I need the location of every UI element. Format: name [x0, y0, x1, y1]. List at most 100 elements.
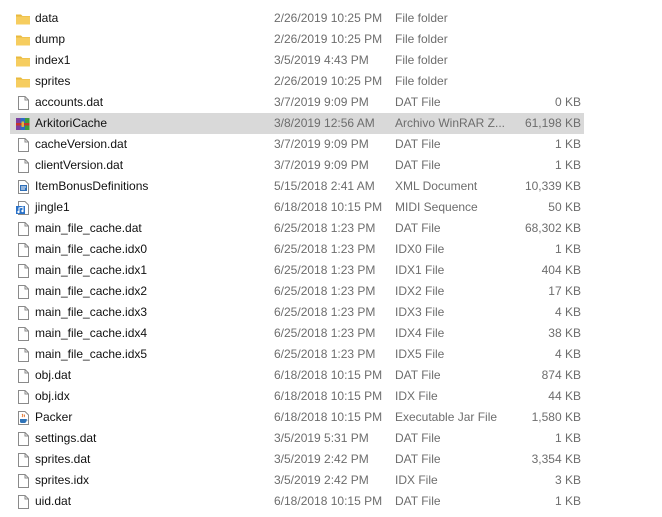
- file-row[interactable]: index1 3/5/2019 4:43 PM File folder: [0, 50, 662, 71]
- file-row[interactable]: ItemBonusDefinitions 5/15/2018 2:41 AM XML…: [0, 176, 662, 197]
- file-date-modified: 6/25/2018 1:23 PM: [274, 284, 376, 298]
- file-name: main_file_cache.idx3: [35, 305, 148, 319]
- file-date-modified: 3/5/2019 2:42 PM: [274, 452, 369, 466]
- midi-sequence-icon: [15, 200, 31, 216]
- file-name: jingle1: [35, 200, 70, 214]
- file-date-modified: 6/18/2018 10:15 PM: [274, 389, 383, 403]
- file-date-modified: 6/18/2018 10:15 PM: [274, 410, 383, 424]
- file-size: 1 KB: [554, 494, 581, 508]
- folder-icon: [15, 74, 31, 90]
- file-date-modified: 3/7/2019 9:09 PM: [274, 95, 369, 109]
- file-type: Executable Jar File: [395, 410, 498, 424]
- file-row[interactable]: obj.idx 6/18/2018 10:15 PM IDX File 44 KB: [0, 386, 662, 407]
- file-row[interactable]: ArkitoriCache 3/8/2019 12:56 AM Archivo Wi…: [0, 113, 662, 134]
- file-name: cacheVersion.dat: [35, 137, 128, 151]
- file-row[interactable]: main_file_cache.idx4 6/25/2018 1:23 PM IDX…: [0, 323, 662, 344]
- file-row[interactable]: data 2/26/2019 10:25 PM File folder: [0, 8, 662, 29]
- file-icon: [15, 431, 31, 447]
- file-row[interactable]: main_file_cache.idx2 6/25/2018 1:23 PM IDX…: [0, 281, 662, 302]
- file-row[interactable]: main_file_cache.idx3 6/25/2018 1:23 PM IDX…: [0, 302, 662, 323]
- file-date-modified: 6/25/2018 1:23 PM: [274, 263, 376, 277]
- file-size: 44 KB: [548, 389, 581, 403]
- file-list: data 2/26/2019 10:25 PM File folder dump 2/2…: [0, 8, 662, 512]
- file-row[interactable]: main_file_cache.idx0 6/25/2018 1:23 PM IDX…: [0, 239, 662, 260]
- file-size: 404 KB: [541, 263, 581, 277]
- file-name: main_file_cache.dat: [35, 221, 142, 235]
- file-icon: [15, 137, 31, 153]
- file-icon: [15, 326, 31, 342]
- file-row[interactable]: main_file_cache.dat 6/25/2018 1:23 PM DAT …: [0, 218, 662, 239]
- file-date-modified: 6/25/2018 1:23 PM: [274, 242, 376, 256]
- file-row[interactable]: clientVersion.dat 3/7/2019 9:09 PM DAT Fil…: [0, 155, 662, 176]
- file-type: MIDI Sequence: [395, 200, 478, 214]
- file-date-modified: 3/5/2019 5:31 PM: [274, 431, 369, 445]
- file-name: data: [35, 11, 59, 25]
- file-date-modified: 2/26/2019 10:25 PM: [274, 32, 383, 46]
- file-icon: [15, 347, 31, 363]
- file-row[interactable]: obj.dat 6/18/2018 10:15 PM DAT File 874 KB: [0, 365, 662, 386]
- file-type: IDX File: [395, 389, 438, 403]
- file-size: 17 KB: [548, 284, 581, 298]
- file-size: 68,302 KB: [524, 221, 581, 235]
- file-size: 1,580 KB: [531, 410, 581, 424]
- file-name: sprites: [35, 74, 71, 88]
- xml-document-icon: [15, 179, 31, 195]
- java-jar-icon: [15, 410, 31, 426]
- file-row[interactable]: main_file_cache.idx1 6/25/2018 1:23 PM IDX…: [0, 260, 662, 281]
- file-name: accounts.dat: [35, 95, 104, 109]
- file-icon: [15, 158, 31, 174]
- file-type: File folder: [395, 32, 448, 46]
- file-name: obj.idx: [35, 389, 70, 403]
- file-size: 10,339 KB: [524, 179, 581, 193]
- file-type: DAT File: [395, 431, 441, 445]
- file-icon: [15, 473, 31, 489]
- file-name: main_file_cache.idx1: [35, 263, 148, 277]
- file-row[interactable]: settings.dat 3/5/2019 5:31 PM DAT File 1 KB: [0, 428, 662, 449]
- file-type: DAT File: [395, 368, 441, 382]
- file-date-modified: 2/26/2019 10:25 PM: [274, 74, 383, 88]
- folder-icon: [15, 11, 31, 27]
- file-type: IDX File: [395, 473, 438, 487]
- file-date-modified: 3/5/2019 4:43 PM: [274, 53, 369, 67]
- file-row[interactable]: dump 2/26/2019 10:25 PM File folder: [0, 29, 662, 50]
- file-icon: [15, 284, 31, 300]
- file-name: main_file_cache.idx4: [35, 326, 148, 340]
- file-row[interactable]: jingle1 6/18/2018 10:15 PM MIDI Sequence 50…: [0, 197, 662, 218]
- file-row[interactable]: sprites 2/26/2019 10:25 PM File folder: [0, 71, 662, 92]
- file-row[interactable]: Packer 6/18/2018 10:15 PM Executable Jar F…: [0, 407, 662, 428]
- file-icon: [15, 221, 31, 237]
- file-name: ItemBonusDefinitions: [35, 179, 149, 193]
- file-row[interactable]: cacheVersion.dat 3/7/2019 9:09 PM DAT File…: [0, 134, 662, 155]
- file-name: main_file_cache.idx0: [35, 242, 148, 256]
- file-date-modified: 3/7/2019 9:09 PM: [274, 158, 369, 172]
- file-row[interactable]: uid.dat 6/18/2018 10:15 PM DAT File 1 KB: [0, 491, 662, 512]
- file-size: 874 KB: [541, 368, 581, 382]
- file-type: File folder: [395, 11, 448, 25]
- file-row[interactable]: main_file_cache.idx5 6/25/2018 1:23 PM IDX…: [0, 344, 662, 365]
- file-size: 61,198 KB: [524, 116, 581, 130]
- file-type: IDX5 File: [395, 347, 445, 361]
- file-date-modified: 6/25/2018 1:23 PM: [274, 305, 376, 319]
- file-type: DAT File: [395, 95, 441, 109]
- file-icon: [15, 95, 31, 111]
- file-date-modified: 6/25/2018 1:23 PM: [274, 326, 376, 340]
- file-row[interactable]: sprites.idx 3/5/2019 2:42 PM IDX File 3 KB: [0, 470, 662, 491]
- file-name: clientVersion.dat: [35, 158, 124, 172]
- file-type: IDX2 File: [395, 284, 445, 298]
- file-size: 3,354 KB: [531, 452, 581, 466]
- file-type: DAT File: [395, 494, 441, 508]
- file-size: 3 KB: [554, 473, 581, 487]
- file-row[interactable]: sprites.dat 3/5/2019 2:42 PM DAT File 3,354…: [0, 449, 662, 470]
- file-type: DAT File: [395, 137, 441, 151]
- winrar-archive-icon: [15, 116, 31, 132]
- file-type: XML Document: [395, 179, 478, 193]
- file-icon: [15, 263, 31, 279]
- file-size: 1 KB: [554, 137, 581, 151]
- file-name: index1: [35, 53, 71, 67]
- file-size: 1 KB: [554, 158, 581, 172]
- file-name: Packer: [35, 410, 73, 424]
- file-type: IDX4 File: [395, 326, 445, 340]
- file-icon: [15, 389, 31, 405]
- file-name: obj.dat: [35, 368, 72, 382]
- file-row[interactable]: accounts.dat 3/7/2019 9:09 PM DAT File 0 KB: [0, 92, 662, 113]
